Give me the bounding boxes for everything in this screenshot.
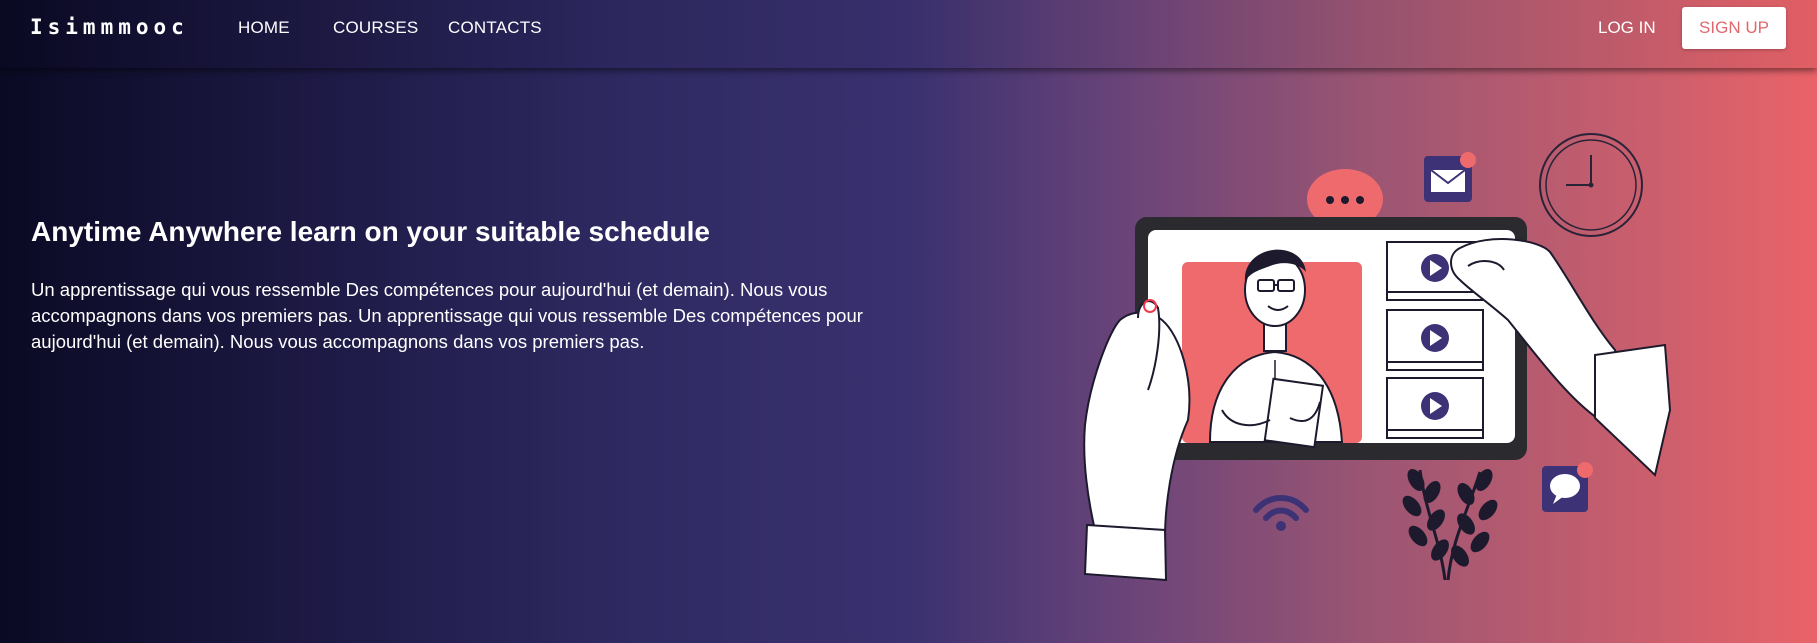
wifi-icon <box>1253 495 1309 531</box>
top-navbar: Isimmmooc HOME COURSES CONTACTS LOG IN S… <box>0 0 1817 68</box>
video-thumbnail-2 <box>1386 309 1484 371</box>
login-button[interactable]: LOG IN <box>1598 18 1656 38</box>
nav-courses-link[interactable]: COURSES <box>333 18 418 38</box>
nav-contacts-link[interactable]: CONTACTS <box>448 18 542 38</box>
plant <box>1402 469 1498 581</box>
signup-button[interactable]: SIGN UP <box>1682 7 1786 49</box>
mail-icon <box>1424 152 1476 202</box>
hero-title: Anytime Anywhere learn on your suitable … <box>31 216 710 247</box>
video-thumbnail-3 <box>1386 377 1484 439</box>
hero-illustration <box>1083 133 1672 582</box>
left-hand <box>1083 299 1191 582</box>
nav-home-link[interactable]: HOME <box>238 18 290 38</box>
chat-bubble-icon <box>1542 462 1593 512</box>
site-logo[interactable]: Isimmmooc <box>30 15 189 39</box>
hero-description: Un apprentissage qui vous ressemble Des … <box>31 279 863 352</box>
clock-icon <box>1539 133 1643 237</box>
